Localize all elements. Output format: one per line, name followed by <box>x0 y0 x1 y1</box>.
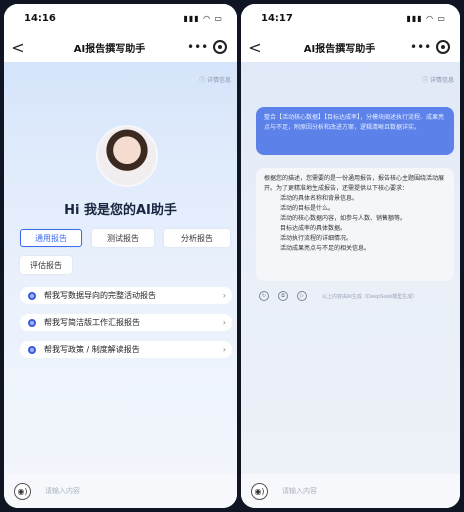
voice-icon[interactable]: ◉) <box>14 482 31 500</box>
copy-icon[interactable]: ⧉ <box>278 291 288 301</box>
suggestion-label: 帮我写政策 / 制度解读报告 <box>44 345 140 354</box>
play-icon[interactable]: ▷ <box>297 291 307 301</box>
ai-disclaimer: 以上内容由AI生成（DeepSeek模型生成） <box>322 293 418 300</box>
phone-screen-left: 14:16 ▮▮▮ ◠ ▭ < AI报告撰写助手 ••• ⓘ 详情信息 Hi 我… <box>4 4 237 508</box>
ai-dot-icon <box>28 291 36 300</box>
suggestion-item[interactable]: 帮我写数据导向的完整活动报告 › <box>20 287 232 304</box>
chevron-right-icon: › <box>222 291 226 300</box>
phone-screen-right: 14:17 ▮▮▮ ◠ ▭ < AI报告撰写助手 ••• ⓘ 详情信息 整合【活… <box>241 4 460 508</box>
requirement-item: 活动成果亮点与不足的相关信息。 <box>280 245 371 252</box>
back-icon[interactable]: < <box>4 38 32 57</box>
record-icon[interactable] <box>213 40 227 54</box>
status-time: 14:16 <box>24 12 56 24</box>
suggestion-label: 帮我写简洁版工作汇报报告 <box>44 318 140 327</box>
input-bar: ◉) 请输入内容 <box>241 474 460 508</box>
record-icon[interactable] <box>436 40 450 54</box>
page-title: AI报告撰写助手 <box>303 43 376 55</box>
more-icon[interactable]: ••• <box>410 40 431 54</box>
input-bar: ◉) 请输入内容 <box>4 474 237 508</box>
regenerate-icon[interactable]: ↻ <box>259 291 269 301</box>
nav-bar: < AI报告撰写助手 ••• <box>241 32 460 62</box>
suggestion-item[interactable]: 帮我写政策 / 制度解读报告 › <box>20 341 232 358</box>
ai-dot-icon <box>28 318 36 327</box>
tab-evaluation-report[interactable]: 评估报告 <box>20 256 72 274</box>
message-input[interactable]: 请输入内容 <box>45 486 80 496</box>
suggestion-label: 帮我写数据导向的完整活动报告 <box>44 291 156 300</box>
greeting-title: Hi 我是您的AI助手 <box>64 203 177 218</box>
tab-analysis-report[interactable]: 分析报告 <box>164 229 230 247</box>
assistant-intro: 根据您的描述，您需要的是一份通用报告，报告核心主题围绕活动展开。为了更精准地生成… <box>264 175 445 192</box>
status-icons: ▮▮▮ ◠ ▭ <box>183 13 223 23</box>
assistant-message-bubble: 根据您的描述，您需要的是一份通用报告，报告核心主题围绕活动展开。为了更精准地生成… <box>256 168 454 281</box>
requirement-item: 活动执行流程的详细情况。 <box>280 235 353 242</box>
user-message-bubble: 整合【活动核心数据】【目标达成率】，分模块阐述执行流程、成果亮点与不足，附原因分… <box>256 107 454 155</box>
requirement-item: 目标达成率的具体数据。 <box>280 225 347 232</box>
voice-icon[interactable]: ◉) <box>251 482 268 500</box>
status-icons: ▮▮▮ ◠ ▭ <box>406 13 446 23</box>
message-input[interactable]: 请输入内容 <box>282 486 317 496</box>
tab-general-report[interactable]: 通用报告 <box>20 229 82 247</box>
page-title: AI报告撰写助手 <box>73 43 146 55</box>
status-bar: 14:17 ▮▮▮ ◠ ▭ <box>241 4 460 32</box>
status-time: 14:17 <box>261 12 293 24</box>
back-icon[interactable]: < <box>241 38 269 57</box>
nav-bar: < AI报告撰写助手 ••• <box>4 32 237 62</box>
suggestion-item[interactable]: 帮我写简洁版工作汇报报告 › <box>20 314 232 331</box>
detail-link[interactable]: ⓘ 详情信息 <box>422 75 454 84</box>
more-icon[interactable]: ••• <box>187 40 208 54</box>
tab-test-report[interactable]: 测试报告 <box>92 229 154 247</box>
detail-link[interactable]: ⓘ 详情信息 <box>199 75 231 84</box>
requirement-item: 活动的目标是什么。 <box>280 205 335 212</box>
status-bar: 14:16 ▮▮▮ ◠ ▭ <box>4 4 237 32</box>
avatar <box>96 125 158 187</box>
message-actions: ↻ ⧉ ▷ 以上内容由AI生成（DeepSeek模型生成） <box>259 291 417 301</box>
requirement-item: 活动的具体名称和背景信息。 <box>280 195 359 202</box>
chevron-right-icon: › <box>222 318 226 327</box>
chevron-right-icon: › <box>222 345 226 354</box>
ai-dot-icon <box>28 345 36 354</box>
requirement-item: 活动的核心数据内容，如参与人数、销售额等。 <box>280 215 407 222</box>
